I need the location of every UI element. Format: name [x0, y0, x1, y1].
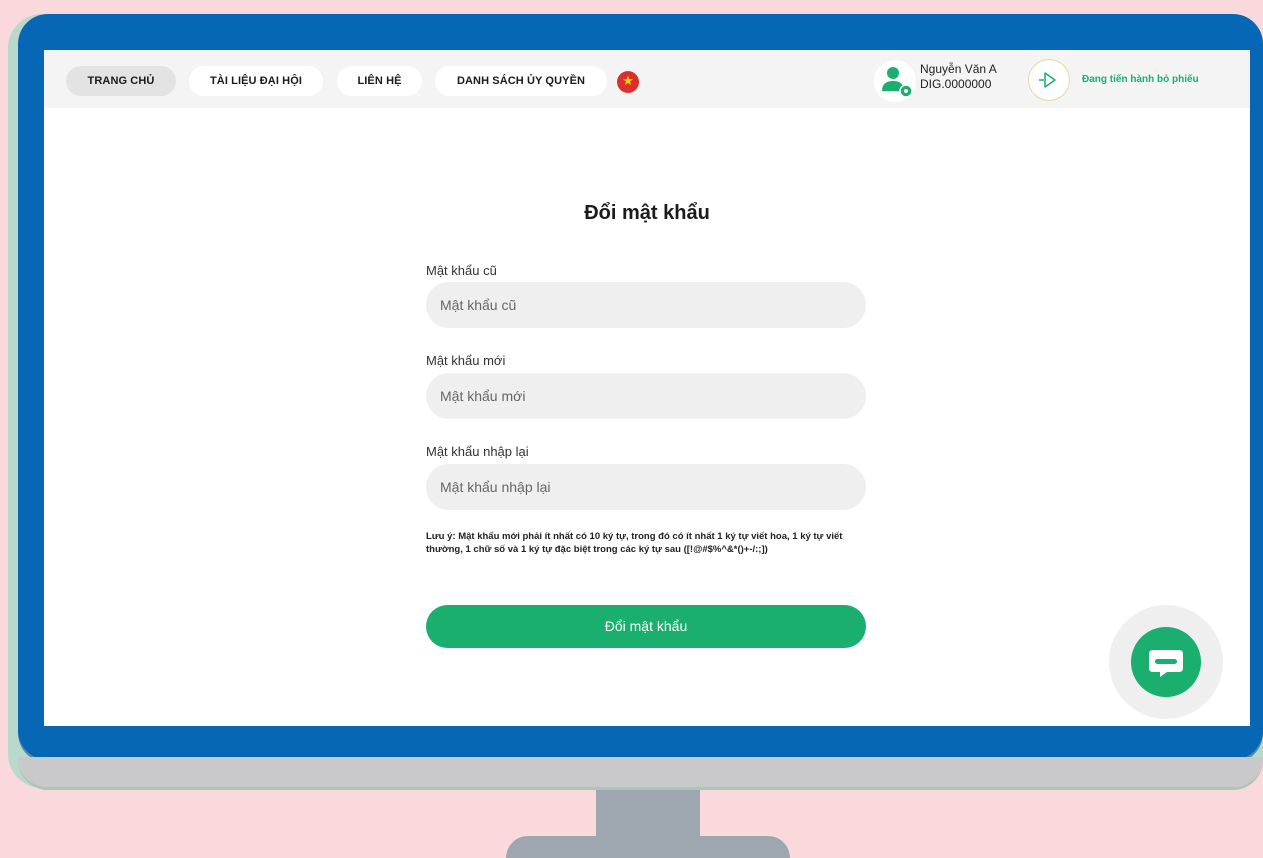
- nav-item-documents[interactable]: TÀI LIỆU ĐẠI HỘI: [189, 66, 323, 96]
- nav-item-home[interactable]: TRANG CHỦ: [66, 66, 176, 96]
- monitor-stand-base: [506, 836, 790, 858]
- vietnam-flag-icon[interactable]: ★: [617, 71, 639, 93]
- confirm-password-input[interactable]: [426, 464, 866, 510]
- password-requirements-note: Lưu ý: Mật khẩu mới phải ít nhất có 10 k…: [426, 531, 843, 555]
- user-settings-icon: [882, 67, 913, 98]
- old-password-label: Mật khẩu cũ: [426, 263, 497, 278]
- vote-status-label[interactable]: Đang tiến hành bỏ phiếu: [1082, 74, 1199, 85]
- chat-bubble-icon: [1149, 650, 1183, 677]
- new-password-label: Mật khẩu mới: [426, 353, 506, 368]
- vote-status-button[interactable]: [1028, 59, 1070, 101]
- change-password-button[interactable]: Đổi mật khẩu: [426, 605, 866, 648]
- nav-item-proxy-list[interactable]: DANH SÁCH ỦY QUYỀN: [435, 66, 607, 96]
- vote-arrow-icon: [1039, 72, 1056, 88]
- user-id: DIG.0000000: [920, 77, 992, 91]
- confirm-password-label: Mật khẩu nhập lại: [426, 444, 529, 459]
- new-password-input[interactable]: [426, 373, 866, 419]
- monitor-stand-neck: [596, 790, 700, 838]
- screen: TRANG CHỦ TÀI LIỆU ĐẠI HỘI LIÊN HỆ DANH …: [44, 50, 1250, 726]
- page-title: Đổi mật khẩu: [584, 202, 710, 224]
- user-name: Nguyễn Văn A: [920, 62, 997, 76]
- chat-button[interactable]: [1131, 627, 1201, 697]
- top-navigation-bar: TRANG CHỦ TÀI LIỆU ĐẠI HỘI LIÊN HỆ DANH …: [44, 50, 1250, 108]
- monitor-chin: [18, 757, 1263, 790]
- user-avatar[interactable]: [874, 60, 916, 102]
- old-password-input[interactable]: [426, 282, 866, 328]
- nav-item-contact[interactable]: LIÊN HỆ: [337, 66, 422, 96]
